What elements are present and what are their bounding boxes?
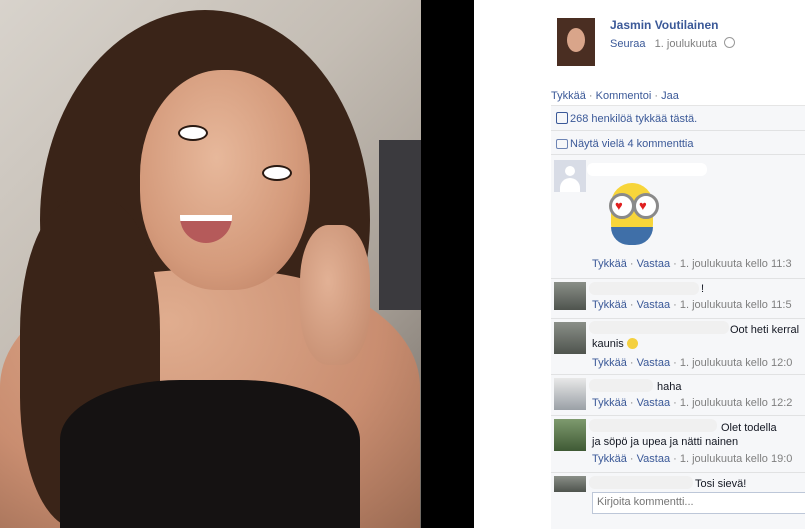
comment-reply-link[interactable]: Vastaa [637, 258, 670, 270]
post-date[interactable]: 1. joulukuuta [655, 38, 717, 50]
photo-eye-left [178, 125, 208, 141]
comment-meta: Tykkää · Vastaa · 1. joulukuuta kello 11… [592, 258, 792, 270]
comment-item: haha Tykkää · Vastaa · 1. joulukuuta kel… [551, 374, 805, 415]
thumbs-up-icon [556, 112, 568, 124]
commenter-avatar[interactable] [554, 160, 586, 192]
commenter-avatar[interactable] [554, 378, 586, 410]
comment-text: Olet todella [721, 422, 777, 434]
viewer-divider [421, 0, 474, 528]
comment-meta: Tykkää · Vastaa · 1. joulukuuta kello 19… [592, 453, 793, 465]
comment-time[interactable]: 1. joulukuuta kello 19:0 [680, 453, 793, 465]
post-header: Jasmin Voutilainen Seuraa 1. joulukuuta [474, 0, 805, 84]
follow-link[interactable]: Seuraa [610, 38, 645, 50]
comment-like-link[interactable]: Tykkää [592, 299, 627, 311]
smiley-icon [626, 338, 638, 349]
comment-time[interactable]: 1. joulukuuta kello 12:0 [680, 357, 793, 369]
likes-count[interactable]: 268 henkilöä tykkää tästä. [570, 113, 697, 125]
comment-meta: Tykkää · Vastaa · 1. joulukuuta kello 12… [592, 397, 793, 409]
comment-like-link[interactable]: Tykkää [592, 357, 627, 369]
comment-item: Olet todella ja söpö ja upea ja nätti na… [551, 415, 805, 472]
post-photo[interactable] [0, 0, 421, 528]
globe-icon [724, 37, 736, 48]
separator: · [654, 90, 659, 102]
comment-reply-link[interactable]: Vastaa [637, 299, 670, 311]
comment-time[interactable]: 1. joulukuuta kello 12:2 [680, 397, 793, 409]
photo-face [140, 70, 310, 290]
redacted-name [589, 379, 653, 392]
commenter-avatar[interactable] [554, 476, 586, 492]
comment-like-link[interactable]: Tykkää [592, 397, 627, 409]
comment-reply-link[interactable]: Vastaa [637, 397, 670, 409]
comment-meta: Tykkää · Vastaa · 1. joulukuuta kello 12… [592, 357, 793, 369]
commenter-avatar[interactable] [554, 322, 586, 354]
commenter-avatar[interactable] [554, 282, 586, 310]
comment-text-continued: kaunis [592, 337, 638, 351]
comment-time[interactable]: 1. joulukuuta kello 11:3 [680, 258, 792, 270]
redacted-name [587, 163, 707, 176]
comment-reply-link[interactable]: Vastaa [637, 357, 670, 369]
comment-input-box [592, 492, 805, 514]
photo-clothing [60, 380, 360, 528]
comment-text: ! [701, 283, 705, 295]
comment-item: ! Tykkää · Vastaa · 1. joulukuuta kello … [551, 278, 805, 317]
redacted-name [589, 282, 699, 295]
author-avatar[interactable] [557, 18, 595, 66]
more-comments-row: Näytä vielä 4 kommenttia [551, 132, 805, 155]
like-link[interactable]: Tykkää [551, 90, 586, 102]
feedback-section: 268 henkilöä tykkää tästä. Näytä vielä 4… [551, 105, 805, 529]
comment-item: Tosi sievä! [551, 472, 805, 493]
photo-background-shelf [379, 140, 421, 310]
comment-item: Oot heti kerral kaunis Tykkää · Vastaa ·… [551, 318, 805, 375]
comment-like-link[interactable]: Tykkää [592, 258, 627, 270]
comment-like-link[interactable]: Tykkää [592, 453, 627, 465]
comment-meta: Tykkää · Vastaa · 1. joulukuuta kello 11… [592, 299, 792, 311]
author-name[interactable]: Jasmin Voutilainen [610, 18, 718, 32]
post-actions: Tykkää · Kommentoi · Jaa [551, 90, 679, 102]
comment-link[interactable]: Kommentoi [596, 90, 652, 102]
comment-input[interactable] [593, 493, 805, 511]
redacted-name [589, 476, 693, 489]
photo-eye-right [262, 165, 292, 181]
separator: · [588, 90, 593, 102]
show-more-comments[interactable]: Näytä vielä 4 kommenttia [570, 138, 694, 150]
photo-hand [300, 225, 370, 365]
likes-row: 268 henkilöä tykkää tästä. [551, 106, 805, 131]
post-side-panel: Jasmin Voutilainen Seuraa 1. joulukuuta … [474, 0, 805, 529]
comment-reply-link[interactable]: Vastaa [637, 453, 670, 465]
comment-text: haha [657, 381, 682, 393]
redacted-name [589, 321, 729, 334]
minion-sticker: ♥ ♥ [599, 183, 665, 249]
comment-text: Tosi sievä! [695, 478, 747, 490]
post-meta: Seuraa 1. joulukuuta [610, 37, 736, 50]
redacted-name [589, 419, 717, 432]
commenter-avatar[interactable] [554, 419, 586, 451]
comment-bubble-icon [556, 139, 568, 149]
comment-text-continued: ja söpö ja upea ja nätti nainen [592, 436, 739, 448]
share-link[interactable]: Jaa [661, 90, 679, 102]
comment-time[interactable]: 1. joulukuuta kello 11:5 [680, 299, 792, 311]
comment-text: Oot heti kerral [730, 324, 800, 336]
comment-item: ♥ ♥ Tykkää · Vastaa · 1. joulukuuta kell… [551, 158, 805, 278]
